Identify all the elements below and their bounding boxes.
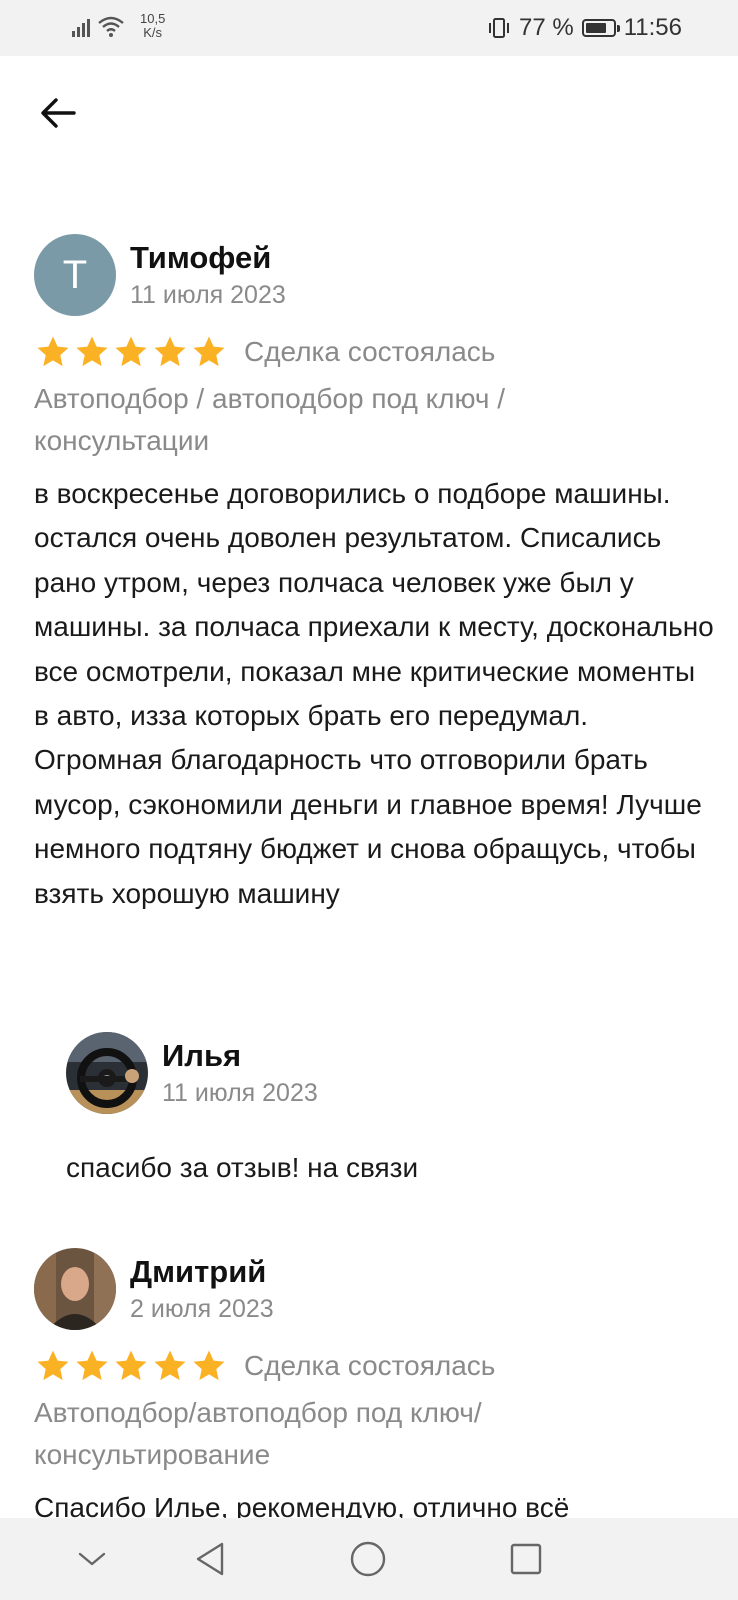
vibrate-icon [489,18,510,38]
star-icon [193,1350,225,1381]
arrow-left-icon [41,98,76,128]
square-recents-icon [510,1543,542,1575]
avatar[interactable] [34,1248,116,1330]
review-author[interactable]: Тимофей [130,238,286,278]
wifi-icon [98,16,124,37]
review-meta: Тимофей 11 июля 2023 [130,238,286,312]
nav-back-button[interactable] [186,1536,234,1582]
star-icon [115,336,147,367]
circle-home-icon [350,1541,386,1577]
review-header: Т Тимофей 11 июля 2023 [34,234,714,316]
deal-status: Сделка состоялась [244,1350,496,1381]
battery-percent: 77 % [519,14,574,41]
review-card: Т Тимофей 11 июля 2023 Сделка состоялась… [34,234,714,916]
star-rating [34,333,228,371]
avatar[interactable] [66,1032,148,1114]
clock: 11:56 [623,14,682,41]
review-card: Дмитрий 2 июля 2023 Сделка состоялась Ав… [34,1248,714,1530]
network-speed-value: 10,5 [140,11,166,26]
review-date: 11 июля 2023 [130,281,286,309]
signal-icon [72,15,90,37]
back-button[interactable] [30,88,86,138]
chevron-down-icon [78,1552,106,1566]
status-bar: 10,5 K/s 77 % 11:56 [0,0,738,56]
network-speed-unit: K/s [143,25,163,40]
network-speed: 10,5 K/s [140,12,165,40]
system-indicators: 77 % 11:56 [487,14,682,42]
avatar[interactable]: Т [34,234,116,316]
review-date: 2 июля 2023 [130,1295,274,1323]
reply-header: Илья 11 июля 2023 [66,1032,686,1114]
user-photo [34,1248,116,1330]
triangle-back-icon [196,1542,224,1576]
star-icon [37,336,69,367]
nav-home-button[interactable] [344,1536,392,1582]
system-navigation-bar [0,1518,738,1600]
reply-text: спасибо за отзыв! на связи [66,1152,419,1183]
review-category: Автоподбор / автоподбор под ключ / консу… [34,383,505,456]
review-category: Автоподбор/автоподбор под ключ/ консульт… [34,1397,482,1470]
steering-wheel-photo [66,1032,148,1114]
nav-recents-button[interactable] [502,1536,550,1582]
nav-collapse-button[interactable] [68,1536,116,1582]
star-icon [76,1350,108,1381]
rating-row: Сделка состоялась [34,332,714,372]
deal-status: Сделка состоялась [244,336,496,367]
star-icon [37,1350,69,1381]
reply-date: 11 июля 2023 [162,1079,318,1107]
review-author[interactable]: Дмитрий [130,1252,274,1292]
star-icon [154,1350,186,1381]
rating-row: Сделка состоялась [34,1346,714,1386]
review-meta: Дмитрий 2 июля 2023 [130,1252,274,1326]
star-icon [193,336,225,367]
network-indicators: 10,5 K/s [72,12,165,40]
star-icon [154,336,186,367]
review-text: в воскресенье договорились о подборе маш… [34,478,714,909]
reply-meta: Илья 11 июля 2023 [162,1036,318,1110]
review-header: Дмитрий 2 июля 2023 [34,1248,714,1330]
star-icon [76,336,108,367]
star-icon [115,1350,147,1381]
battery-icon [581,19,620,37]
reply-author[interactable]: Илья [162,1036,318,1076]
star-rating [34,1347,228,1385]
seller-reply: Илья 11 июля 2023 спасибо за отзыв! на с… [66,1032,686,1190]
